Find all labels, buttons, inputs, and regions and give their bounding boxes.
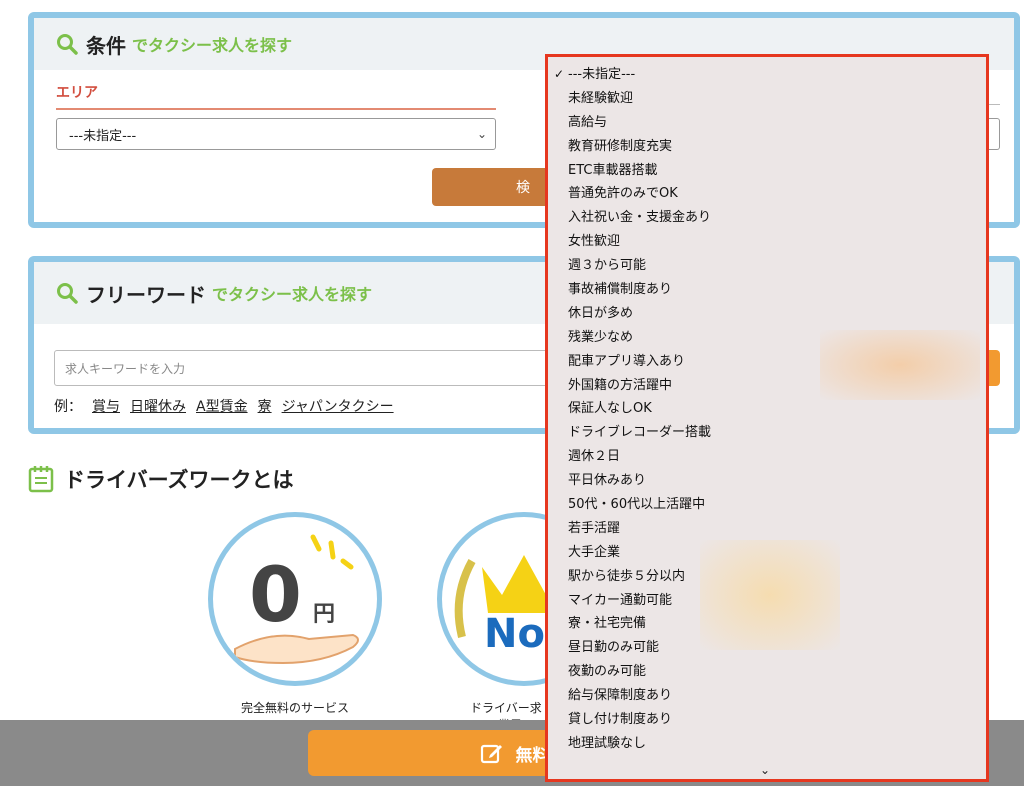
dropdown-option[interactable]: 休日が多め bbox=[548, 302, 986, 326]
dropdown-option-label: 外国籍の方活躍中 bbox=[568, 377, 673, 393]
condition-title: 条件 bbox=[86, 33, 126, 58]
dropdown-option[interactable]: 未経験歓迎 bbox=[548, 87, 986, 111]
dropdown-option-label: 配車アプリ導入あり bbox=[568, 353, 686, 369]
chevron-down-icon: ⌄ bbox=[476, 127, 487, 141]
dropdown-option-label: 普通免許のみでOK bbox=[568, 186, 678, 202]
dropdown-option-label: 入社祝い金・支援金あり bbox=[568, 210, 712, 226]
freeword-subtitle: でタクシー求人を探す bbox=[212, 285, 373, 304]
feature-dropdown-list[interactable]: ✓ ---未指定--- 未経験歓迎高給与教育研修制度充実 ETC車載器搭載普通免許のみ… bbox=[545, 54, 989, 782]
dropdown-option[interactable]: 寮・社宅完備 bbox=[548, 612, 986, 636]
dropdown-option[interactable]: 貸し付け制度あり bbox=[548, 708, 986, 732]
dropdown-option-label: 昼日勤のみ可能 bbox=[568, 640, 660, 656]
yen-glyph: 円 bbox=[313, 602, 335, 627]
scroll-down-chevron-icon[interactable]: ⌄ bbox=[760, 763, 770, 777]
dropdown-option[interactable]: 大手企業 bbox=[548, 541, 986, 565]
dropdown-option[interactable]: 事故補償制度あり bbox=[548, 278, 986, 302]
dropdown-option[interactable]: 入社祝い金・支援金あり bbox=[548, 206, 986, 230]
dropdown-option[interactable]: ✓ ---未指定--- bbox=[548, 63, 986, 87]
dropdown-option[interactable]: 普通免許のみでOK bbox=[548, 182, 986, 206]
example-link[interactable]: ジャパンタクシー bbox=[282, 396, 394, 416]
example-link[interactable]: A型賃金 bbox=[196, 396, 248, 416]
dropdown-option[interactable]: マイカー通勤可能 bbox=[548, 589, 986, 613]
dropdown-option[interactable]: 保証人なしOK bbox=[548, 397, 986, 421]
dropdown-option[interactable]: 駅から徒歩５分以内 bbox=[548, 565, 986, 589]
dropdown-option-label: 週休２日 bbox=[568, 449, 621, 465]
dropdown-option[interactable]: 教育研修制度充実 bbox=[548, 135, 986, 159]
dropdown-option-label: 保証人なしOK bbox=[568, 401, 652, 417]
edit-icon bbox=[480, 744, 502, 764]
dropdown-option-label: 駅から徒歩５分以内 bbox=[568, 568, 686, 584]
example-link[interactable]: 日曜休み bbox=[130, 396, 186, 416]
condition-subtitle: でタクシー求人を探す bbox=[132, 36, 293, 55]
dropdown-option[interactable]: 昼日勤のみ可能 bbox=[548, 636, 986, 660]
notepad-icon bbox=[28, 466, 54, 493]
dropdown-options: ✓ ---未指定--- 未経験歓迎高給与教育研修制度充実 ETC車載器搭載普通免許のみ… bbox=[548, 57, 986, 756]
freeword-title: フリーワード bbox=[86, 282, 206, 307]
about-title: ドライバーズワークとは bbox=[64, 468, 294, 492]
dropdown-option[interactable]: 外国籍の方活躍中 bbox=[548, 374, 986, 398]
search-icon bbox=[57, 34, 78, 55]
dropdown-option[interactable]: ETC車載器搭載 bbox=[548, 159, 986, 183]
dropdown-option-label: 高給与 bbox=[568, 114, 608, 130]
dropdown-option-label: ドライブレコーダー搭載 bbox=[568, 425, 712, 441]
dropdown-option-label: 若手活躍 bbox=[568, 520, 621, 536]
dropdown-option-label: 教育研修制度充実 bbox=[568, 138, 673, 154]
dropdown-option-label: 未経験歓迎 bbox=[568, 90, 634, 106]
area-select[interactable]: ---未指定--- ⌄ bbox=[56, 118, 496, 150]
checkmark-icon: ✓ bbox=[554, 67, 565, 81]
dropdown-option[interactable]: 週休２日 bbox=[548, 445, 986, 469]
search-icon bbox=[57, 283, 78, 304]
dropdown-option-label: 週３から可能 bbox=[568, 258, 647, 274]
area-select-value: ---未指定--- bbox=[69, 128, 137, 144]
dropdown-option[interactable]: 配車アプリ導入あり bbox=[548, 350, 986, 374]
dropdown-option[interactable]: 残業少なめ bbox=[548, 326, 986, 350]
dropdown-option-label: 貸し付け制度あり bbox=[568, 712, 673, 728]
dropdown-option[interactable]: 女性歓迎 bbox=[548, 230, 986, 254]
dropdown-option[interactable]: 給与保障制度あり bbox=[548, 684, 986, 708]
area-label: エリア bbox=[56, 82, 496, 110]
dropdown-option-label: 休日が多め bbox=[568, 305, 634, 321]
free-service-badge: 0 円 bbox=[208, 512, 382, 686]
free-service-caption: 完全無料のサービス bbox=[240, 701, 349, 715]
dropdown-option[interactable]: 50代・60代以上活躍中 bbox=[548, 493, 986, 517]
zero-glyph: 0 bbox=[249, 550, 302, 639]
dropdown-option[interactable]: 平日休みあり bbox=[548, 469, 986, 493]
dropdown-option-label: 残業少なめ bbox=[568, 329, 634, 345]
no1-caption: ドライバー求 bbox=[470, 701, 542, 715]
dropdown-option-label: 50代・60代以上活躍中 bbox=[568, 497, 706, 513]
dropdown-option-label: 夜勤のみ可能 bbox=[568, 664, 647, 680]
dropdown-option[interactable]: 週３から可能 bbox=[548, 254, 986, 278]
zero-yen-hand-illustration: 0 円 bbox=[234, 534, 359, 665]
dropdown-option[interactable]: 高給与 bbox=[548, 111, 986, 135]
dropdown-option-label: ---未指定--- bbox=[568, 67, 636, 82]
example-link[interactable]: 寮 bbox=[258, 396, 272, 416]
dropdown-option-label: 平日休みあり bbox=[568, 473, 647, 489]
dropdown-option-label: 地理試験なし bbox=[568, 735, 647, 751]
dropdown-option[interactable]: ドライブレコーダー搭載 bbox=[548, 421, 986, 445]
dropdown-option-label: 事故補償制度あり bbox=[568, 282, 673, 298]
about-heading: ドライバーズワークとは bbox=[28, 464, 294, 494]
dropdown-option-label: マイカー通勤可能 bbox=[568, 592, 673, 608]
dropdown-option-label: 寮・社宅完備 bbox=[568, 616, 647, 632]
dropdown-option[interactable]: 夜勤のみ可能 bbox=[548, 660, 986, 684]
dropdown-option-label: 大手企業 bbox=[568, 544, 621, 560]
examples-label: 例： bbox=[54, 399, 82, 415]
dropdown-option-label: 給与保障制度あり bbox=[568, 688, 673, 704]
dropdown-option-label: ETC車載器搭載 bbox=[568, 162, 658, 178]
example-link[interactable]: 賞与 bbox=[92, 396, 120, 416]
dropdown-option-label: 女性歓迎 bbox=[568, 234, 621, 250]
example-keywords: 例： 賞与 日曜休み A型賃金 寮 ジャパンタクシー bbox=[54, 396, 394, 416]
dropdown-option[interactable]: 地理試験なし bbox=[548, 732, 986, 756]
dropdown-option[interactable]: 若手活躍 bbox=[548, 517, 986, 541]
